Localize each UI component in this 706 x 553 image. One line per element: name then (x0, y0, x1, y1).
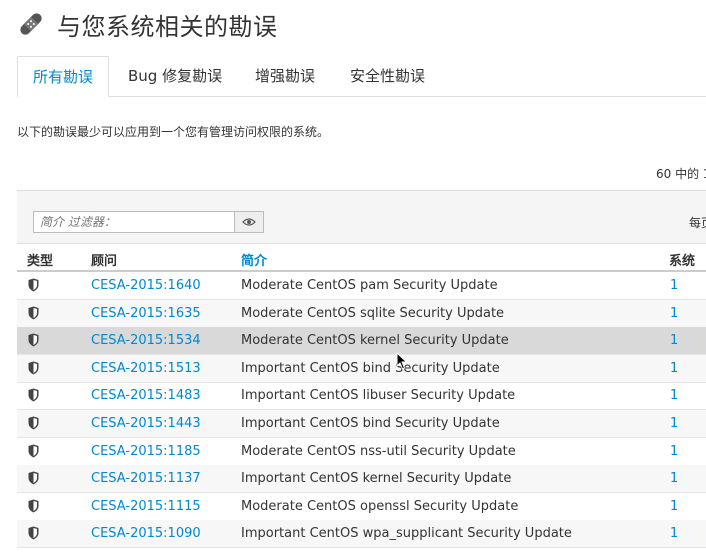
synopsis-text: Moderate CentOS sqlite Security Update (241, 305, 505, 321)
result-count: 60 中的 1 (656, 167, 706, 181)
table-row: CESA-2015:1640 Moderate CentOS pam Securi… (17, 272, 706, 300)
advisory-link[interactable]: CESA-2015:1090 (91, 526, 201, 541)
systems-count-link[interactable]: 1 (670, 278, 678, 293)
column-synopsis[interactable]: 简介 (241, 250, 267, 269)
synopsis-text: Important CentOS bind Security Update (241, 360, 500, 376)
advisory-link[interactable]: CESA-2015:1534 (91, 333, 201, 348)
synopsis-text: Moderate CentOS kernel Security Update (241, 333, 509, 349)
errata-tabs: 所有勘误 Bug 修复勘误 增强勘误 安全性勘误 (17, 56, 706, 97)
shield-icon (28, 278, 39, 292)
systems-count-link[interactable]: 1 (670, 361, 678, 376)
tab-all-errata[interactable]: 所有勘误 (17, 56, 110, 97)
systems-count-link[interactable]: 1 (670, 471, 678, 486)
advisory-link[interactable]: CESA-2015:1513 (91, 361, 201, 376)
systems-count-link[interactable]: 1 (670, 526, 678, 541)
table-row: CESA-2015:1534 Moderate CentOS kernel Sec… (17, 327, 706, 356)
table-row: CESA-2015:1513 Important CentOS bind Secu… (17, 354, 706, 383)
shield-icon (28, 333, 39, 347)
synopsis-text: Important CentOS libuser Security Update (241, 388, 516, 404)
shield-icon (28, 499, 39, 513)
shield-icon (28, 471, 39, 485)
advisory-link[interactable]: CESA-2015:1185 (91, 444, 201, 459)
advisory-link[interactable]: CESA-2015:1483 (91, 388, 201, 403)
filter-bar: 每页 (17, 190, 706, 244)
page-title: 与您系统相关的勘误 (57, 12, 278, 41)
synopsis-text: Moderate CentOS pam Security Update (241, 278, 498, 293)
table-row: CESA-2015:1090 Important CentOS wpa_suppl… (17, 520, 706, 549)
shield-icon (28, 361, 39, 375)
mouse-cursor-icon (396, 352, 408, 370)
eye-icon (242, 218, 256, 226)
systems-count-link[interactable]: 1 (670, 499, 678, 514)
table-row: CESA-2015:1635 Moderate CentOS sqlite Sec… (17, 299, 706, 328)
table-row: CESA-2015:1115 Moderate CentOS openssl Se… (17, 493, 706, 521)
advisory-link[interactable]: CESA-2015:1115 (91, 499, 201, 514)
systems-count-link[interactable]: 1 (670, 416, 678, 431)
advisory-link[interactable]: CESA-2015:1640 (91, 278, 201, 293)
table-row: CESA-2015:1443 Important CentOS bind Secu… (17, 410, 706, 438)
column-advisory[interactable]: 顾问 (91, 250, 117, 269)
table-row: CESA-2015:1483 Important CentOS libuser S… (17, 382, 706, 411)
advisory-link[interactable]: CESA-2015:1443 (91, 416, 201, 431)
systems-count-link[interactable]: 1 (670, 306, 678, 321)
filter-button[interactable] (234, 211, 264, 233)
column-systems[interactable]: 系统 (669, 250, 695, 269)
bandage-icon (20, 13, 42, 35)
tab-bugfix-errata[interactable]: Bug 修复勘误 (113, 56, 237, 96)
synopsis-text: Important CentOS kernel Security Update (241, 471, 512, 487)
shield-icon (28, 306, 39, 320)
per-page-label: 每页 (689, 216, 706, 230)
table-row: CESA-2015:1137 Important CentOS kernel Se… (17, 465, 706, 494)
page-header: 与您系统相关的勘误 (17, 6, 278, 42)
synopsis-text: Moderate CentOS nss-util Security Update (241, 443, 516, 459)
table-row: CESA-2015:1185 Moderate CentOS nss-util S… (17, 438, 706, 466)
table-header: 类型 顾问 简介 系统 (17, 244, 706, 272)
synopsis-text: Important CentOS bind Security Update (241, 416, 500, 431)
tab-enhancement-errata[interactable]: 增强勘误 (240, 56, 330, 96)
shield-icon (28, 444, 39, 458)
systems-count-link[interactable]: 1 (670, 388, 678, 403)
systems-count-link[interactable]: 1 (670, 333, 678, 348)
shield-icon (28, 388, 39, 402)
synopsis-filter-input[interactable] (33, 211, 235, 233)
advisory-link[interactable]: CESA-2015:1137 (91, 471, 201, 486)
column-type[interactable]: 类型 (27, 250, 53, 269)
synopsis-text: Moderate CentOS openssl Security Update (241, 498, 519, 514)
advisory-link[interactable]: CESA-2015:1635 (91, 306, 201, 321)
shield-icon (28, 526, 39, 540)
systems-count-link[interactable]: 1 (670, 444, 678, 459)
shield-icon (28, 416, 39, 430)
synopsis-text: Important CentOS wpa_supplicant Security… (241, 526, 572, 542)
tab-security-errata[interactable]: 安全性勘误 (335, 56, 440, 96)
page-description: 以下的勘误最少可以应用到一个您有管理访问权限的系统。 (17, 125, 330, 139)
